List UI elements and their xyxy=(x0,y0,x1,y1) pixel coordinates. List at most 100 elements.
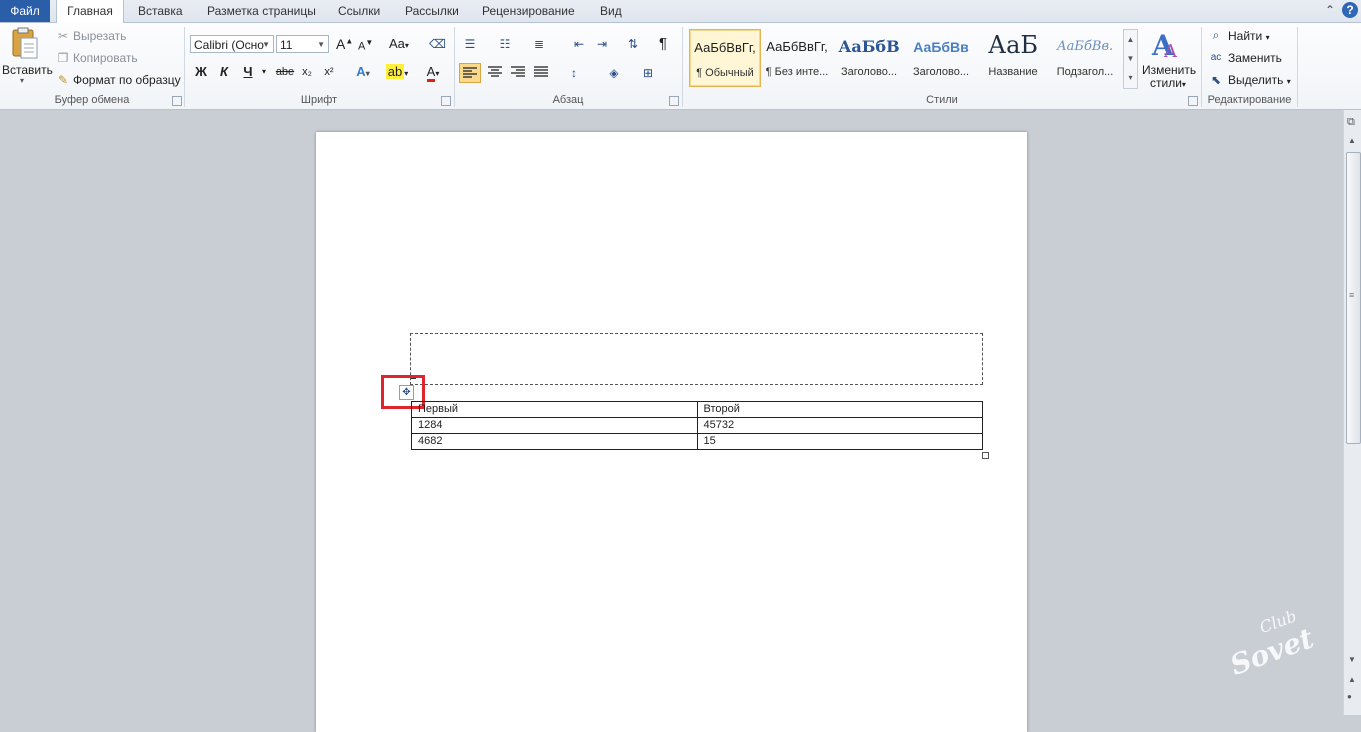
numbering-icon[interactable]: ☷ xyxy=(497,36,513,52)
table-resize-handle[interactable] xyxy=(982,452,989,459)
scroll-up-icon[interactable]: ▲ xyxy=(1348,136,1356,145)
style-sample: АаБбВвГг, xyxy=(694,40,756,55)
format-painter-button[interactable]: Формат по образцу xyxy=(73,73,181,87)
clear-formatting-icon[interactable]: ⌫ xyxy=(429,36,446,52)
header-area[interactable] xyxy=(410,333,983,385)
style-title[interactable]: АаБ Название xyxy=(978,29,1048,85)
tab-page-layout[interactable]: Разметка страницы xyxy=(207,0,316,22)
style-heading-2[interactable]: АаБбВв Заголово... xyxy=(906,29,976,85)
strikethrough-button[interactable]: abe xyxy=(274,62,296,82)
table-cell[interactable]: Первый xyxy=(411,401,698,418)
font-size-select[interactable]: 11 ▼ xyxy=(276,35,329,53)
styles-scroll[interactable]: ▲ ▼ ▾ xyxy=(1123,29,1138,89)
tab-file[interactable]: Файл xyxy=(0,0,50,22)
tab-references[interactable]: Ссылки xyxy=(338,0,380,22)
font-family-value: Calibri (Осно xyxy=(194,38,264,52)
copy-button[interactable]: Копировать xyxy=(73,51,138,65)
justify-button[interactable] xyxy=(531,63,551,83)
select-button[interactable]: Выделить ▾ xyxy=(1228,73,1291,87)
font-family-select[interactable]: Calibri (Осно ▼ xyxy=(190,35,274,53)
highlight-button[interactable]: ab ▾ xyxy=(384,62,410,82)
browse-object-icon[interactable]: ● xyxy=(1347,692,1352,701)
ruler-toggle-icon[interactable]: ⧉ xyxy=(1347,116,1355,129)
find-button[interactable]: Найти ▾ xyxy=(1228,29,1270,43)
vertical-scrollbar[interactable]: ⧉ ▲ ≡ ▼ ▲ ● xyxy=(1343,110,1361,715)
previous-page-icon[interactable]: ▲ xyxy=(1348,675,1356,684)
tab-home[interactable]: Главная xyxy=(56,0,124,24)
underline-button[interactable]: Ч xyxy=(240,62,256,82)
show-marks-button[interactable]: ¶ xyxy=(659,35,667,52)
grow-font-button[interactable]: A▲ xyxy=(336,36,353,52)
change-case-button[interactable]: Aa▾ xyxy=(389,36,409,51)
document-table[interactable]: Первый Второй 1284 45732 4682 15 xyxy=(411,401,983,450)
tab-insert[interactable]: Вставка xyxy=(138,0,183,22)
multilevel-list-icon[interactable]: ≣ xyxy=(531,36,547,52)
style-name: Название xyxy=(988,66,1038,78)
binoculars-icon: ⌕ xyxy=(1212,28,1220,42)
subscript-button[interactable]: x₂ xyxy=(299,62,315,82)
table-cell[interactable]: 15 xyxy=(696,433,983,450)
watermark-logo: Club Sovet xyxy=(1225,606,1318,682)
tab-review[interactable]: Рецензирование xyxy=(482,0,575,22)
style-name: ¶ Обычный xyxy=(696,67,754,79)
paragraph-group-label: Абзац xyxy=(552,94,584,106)
editing-group-label: Редактирование xyxy=(1207,94,1292,106)
text-effects-button[interactable]: A▾ xyxy=(352,62,374,82)
style-subtitle[interactable]: АаБбВв. Подзагол... xyxy=(1050,29,1120,85)
font-launcher-icon[interactable] xyxy=(441,96,451,106)
document-page[interactable]: ✥ Первый Второй 1284 45732 4682 15 xyxy=(316,132,1027,732)
change-styles-button[interactable]: Изменить xyxy=(1142,63,1196,77)
table-cell[interactable]: 4682 xyxy=(411,433,698,450)
help-icon[interactable]: ? xyxy=(1342,2,1358,18)
collapse-ribbon-icon[interactable]: ⌃ xyxy=(1322,2,1338,18)
clipboard-launcher-icon[interactable] xyxy=(172,96,182,106)
table-cell[interactable]: 1284 xyxy=(411,417,698,434)
italic-button[interactable]: К xyxy=(216,62,232,82)
format-painter-icon: ✎ xyxy=(57,73,69,87)
paste-button[interactable]: Вставить xyxy=(2,63,53,77)
group-divider xyxy=(1297,27,1298,107)
align-right-button[interactable] xyxy=(508,63,528,83)
paste-dropdown-icon[interactable]: ▾ xyxy=(20,76,24,85)
paragraph-launcher-icon[interactable] xyxy=(669,96,679,106)
cut-button[interactable]: Вырезать xyxy=(73,29,126,43)
chevron-down-icon: ▼ xyxy=(317,40,325,49)
scroll-down-icon[interactable]: ▼ xyxy=(1348,655,1356,664)
style-heading-1[interactable]: АаБбВ Заголово... xyxy=(834,29,904,85)
decrease-indent-icon[interactable]: ⇤ xyxy=(571,36,587,52)
shading-icon[interactable]: ◈ xyxy=(606,65,622,81)
replace-icon: ac xyxy=(1210,52,1222,63)
ribbon-tab-bar: Файл Главная Вставка Разметка страницы С… xyxy=(0,0,1361,24)
style-sample: АаБ xyxy=(987,31,1039,59)
style-sample: АаБбВ xyxy=(838,37,900,56)
style-sample: АаБбВв. xyxy=(1056,39,1114,54)
table-cell[interactable]: 45732 xyxy=(696,417,983,434)
sort-icon[interactable]: ⇅ xyxy=(625,36,641,52)
styles-group-label: Стили xyxy=(926,94,958,106)
replace-button[interactable]: Заменить xyxy=(1228,51,1282,65)
superscript-button[interactable]: x² xyxy=(321,62,337,82)
underline-dropdown-icon[interactable]: ▾ xyxy=(259,62,269,82)
tab-view[interactable]: Вид xyxy=(600,0,622,22)
svg-text:A: A xyxy=(1163,41,1178,61)
bullets-icon[interactable]: ☰ xyxy=(462,36,478,52)
copy-icon: ❐ xyxy=(57,51,69,65)
increase-indent-icon[interactable]: ⇥ xyxy=(594,36,610,52)
shrink-font-button[interactable]: A▼ xyxy=(358,38,373,53)
tab-mailings[interactable]: Рассылки xyxy=(405,0,459,22)
borders-icon[interactable]: ⊞ xyxy=(640,65,656,81)
style-normal[interactable]: АаБбВвГг, ¶ Обычный xyxy=(689,29,761,87)
align-left-button[interactable] xyxy=(459,63,481,83)
change-styles-icon[interactable]: AA xyxy=(1150,27,1184,62)
styles-launcher-icon[interactable] xyxy=(1188,96,1198,106)
table-cell[interactable]: Второй xyxy=(696,401,983,418)
line-spacing-icon[interactable]: ↕ xyxy=(566,65,582,81)
style-no-spacing[interactable]: АаБбВвГг, ¶ Без инте... xyxy=(762,29,832,85)
style-name: ¶ Без инте... xyxy=(765,66,829,78)
font-color-button[interactable]: A▾ xyxy=(419,62,447,82)
align-center-button[interactable] xyxy=(485,63,505,83)
change-styles-button-line2[interactable]: стили▾ xyxy=(1150,76,1186,90)
style-name: Заголово... xyxy=(912,66,970,78)
bold-button[interactable]: Ж xyxy=(193,62,209,82)
paste-icon[interactable] xyxy=(9,27,39,61)
